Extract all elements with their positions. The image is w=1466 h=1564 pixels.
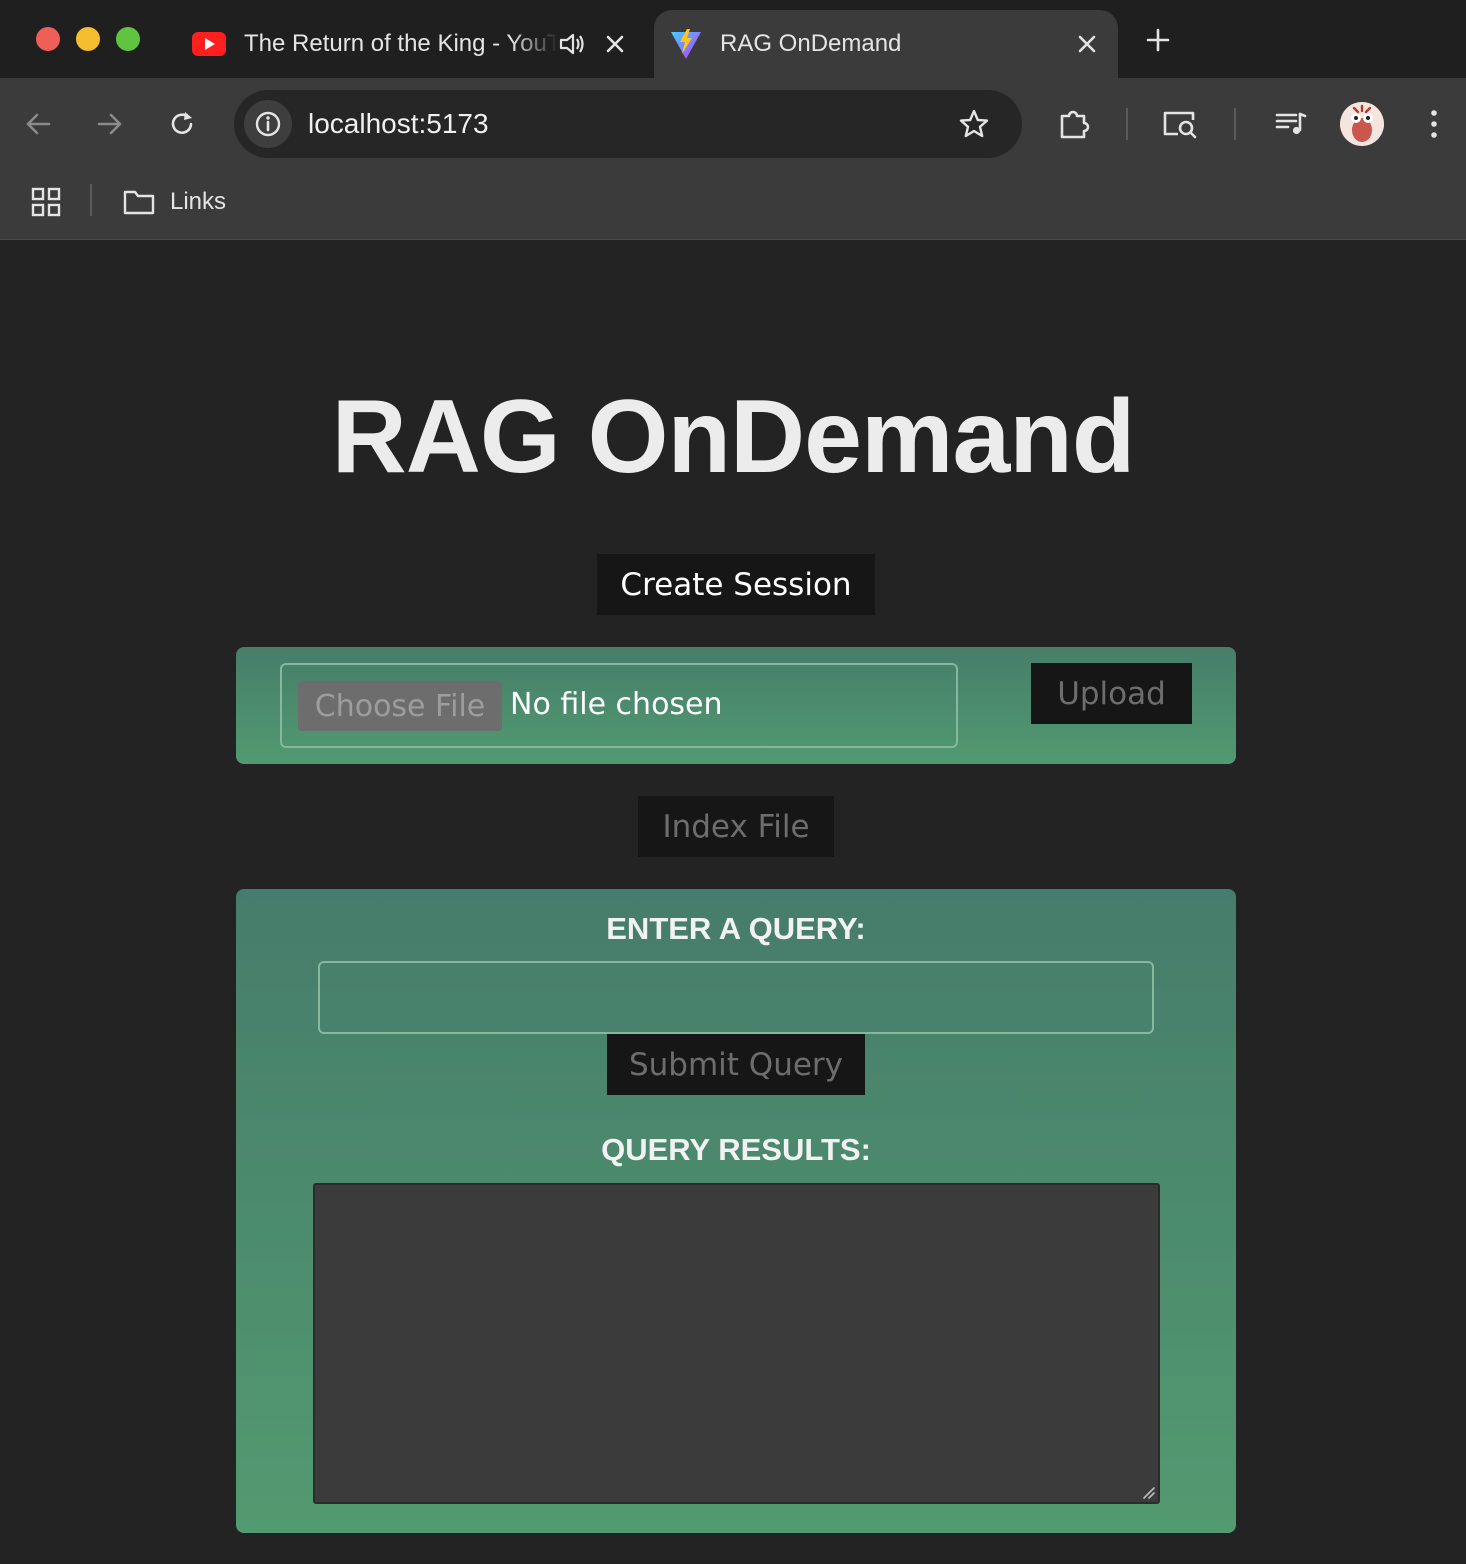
youtube-icon — [192, 32, 226, 56]
file-status-text: No file chosen — [510, 687, 723, 722]
tab-search-button[interactable] — [1160, 104, 1200, 144]
site-info-icon[interactable] — [244, 100, 292, 148]
window-close-button[interactable] — [36, 27, 60, 51]
upload-panel: Choose File No file chosen Upload — [236, 647, 1236, 764]
arrow-right-icon — [97, 113, 122, 135]
bookmark-folder-links[interactable]: Links — [122, 182, 226, 222]
bookmarks-bar: Links — [0, 170, 1466, 240]
puzzle-icon — [1060, 110, 1090, 139]
resize-handle-icon[interactable] — [1140, 1484, 1156, 1500]
back-button[interactable] — [18, 104, 58, 144]
tab-rag-ondemand[interactable]: RAG OnDemand — [654, 10, 1118, 78]
folder-icon — [123, 190, 155, 215]
tab-title: The Return of the King - YouTube — [244, 30, 558, 57]
tab-youtube[interactable]: The Return of the King - YouTube — [176, 10, 646, 78]
tab-title: RAG OnDemand — [720, 30, 902, 57]
reload-button[interactable] — [162, 104, 202, 144]
extensions-button[interactable] — [1054, 104, 1094, 144]
toolbar-divider — [1126, 108, 1128, 140]
browser-toolbar: localhost:5173 — [0, 78, 1466, 170]
profile-avatar[interactable] — [1340, 102, 1384, 146]
window-maximize-button[interactable] — [116, 27, 140, 51]
bookmarks-divider — [90, 184, 92, 216]
close-tab-icon[interactable] — [1072, 29, 1102, 59]
plus-icon — [1146, 28, 1170, 52]
index-file-button[interactable]: Index File — [638, 796, 834, 857]
more-vertical-icon — [1431, 110, 1437, 138]
toolbar-divider — [1234, 108, 1236, 140]
url-text[interactable]: localhost:5173 — [308, 108, 489, 140]
window-minimize-button[interactable] — [76, 27, 100, 51]
screen-search-icon — [1163, 111, 1197, 139]
arrow-left-icon — [26, 113, 51, 135]
page-content: RAG OnDemand Create Session Choose File … — [0, 240, 1466, 1564]
query-input[interactable] — [318, 961, 1154, 1034]
results-textarea[interactable] — [313, 1183, 1160, 1504]
create-session-button[interactable]: Create Session — [597, 554, 875, 615]
choose-file-button[interactable]: Choose File — [298, 681, 502, 731]
vite-icon — [670, 28, 702, 60]
submit-query-button[interactable]: Submit Query — [607, 1034, 865, 1095]
upload-button[interactable]: Upload — [1031, 663, 1192, 724]
new-tab-button[interactable] — [1140, 22, 1176, 58]
playlist-music-icon — [1275, 112, 1307, 135]
browser-menu-button[interactable] — [1414, 104, 1454, 144]
bookmark-star-icon[interactable] — [954, 104, 994, 144]
results-label: QUERY RESULTS: — [601, 1132, 871, 1167]
bookmark-folder-label: Links — [170, 188, 227, 215]
forward-button[interactable] — [90, 104, 130, 144]
apps-grid-icon[interactable] — [28, 184, 64, 220]
speaker-icon[interactable] — [558, 30, 586, 58]
file-input[interactable]: Choose File No file chosen — [280, 663, 958, 748]
query-label: ENTER A QUERY: — [606, 911, 866, 946]
query-panel: ENTER A QUERY: Submit Query QUERY RESULT… — [236, 889, 1236, 1533]
page-title: RAG OnDemand — [331, 379, 1136, 495]
media-control-button[interactable] — [1270, 104, 1310, 144]
close-tab-icon[interactable] — [600, 29, 630, 59]
address-bar[interactable]: localhost:5173 — [234, 90, 1022, 158]
reload-icon — [171, 112, 193, 134]
tab-strip: The Return of the King - YouTube RAG OnD… — [0, 0, 1466, 78]
